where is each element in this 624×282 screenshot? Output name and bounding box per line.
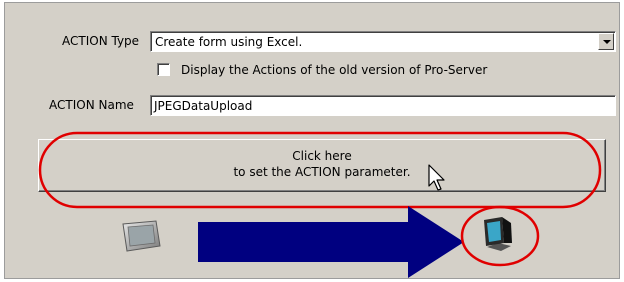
mouse-cursor-icon bbox=[428, 164, 445, 191]
action-type-dropdown[interactable]: Create form using Excel. bbox=[150, 31, 616, 52]
display-device-icon bbox=[122, 220, 161, 252]
parameter-button-line1: Click here bbox=[292, 149, 352, 163]
action-name-label: ACTION Name bbox=[49, 98, 134, 112]
parameter-button-line2: to set the ACTION parameter. bbox=[233, 165, 411, 179]
old-version-checkbox[interactable] bbox=[157, 63, 170, 76]
right-arrow-icon bbox=[198, 206, 464, 278]
chevron-down-icon[interactable] bbox=[598, 33, 614, 50]
set-action-parameter-button[interactable]: Click here to set the ACTION parameter. bbox=[38, 139, 606, 192]
pc-monitor-icon bbox=[484, 217, 512, 251]
action-type-selected: Create form using Excel. bbox=[155, 35, 303, 49]
action-name-value: JPEGDataUpload bbox=[154, 99, 253, 113]
action-name-input[interactable]: JPEGDataUpload bbox=[150, 95, 616, 116]
action-type-label: ACTION Type bbox=[62, 34, 140, 48]
old-version-checkbox-label[interactable]: Display the Actions of the old version o… bbox=[181, 63, 487, 77]
